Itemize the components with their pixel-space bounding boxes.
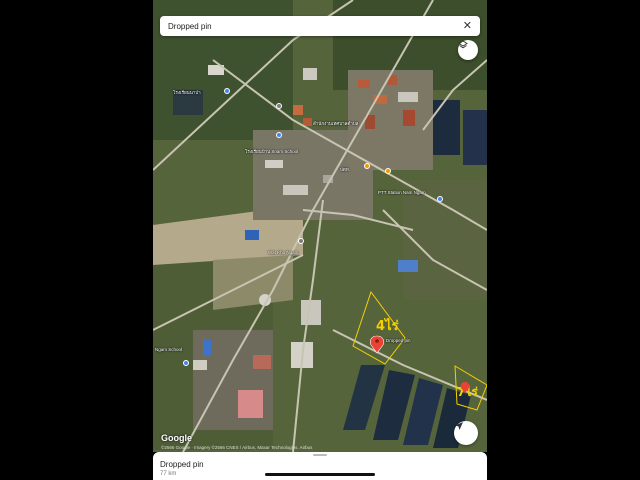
map-label: Wat Kho Ngam — [268, 250, 299, 255]
search-bar[interactable]: Dropped pin ✕ — [160, 16, 480, 36]
phone-screen: 4ไร่ 7ไร่ โรงเรียนนาป่า สำนักงานเทศบาลตำ… — [153, 0, 487, 480]
poi-marker[interactable] — [385, 168, 391, 174]
sheet-drag-handle[interactable] — [313, 454, 327, 456]
layers-button[interactable] — [458, 40, 478, 60]
google-logo: Google — [161, 433, 192, 443]
poi-marker[interactable] — [183, 360, 189, 366]
home-indicator[interactable] — [265, 473, 375, 476]
map-label: Ngam School — [155, 347, 183, 352]
sheet-distance: 77 km — [160, 471, 177, 477]
map-label: สำนักงานเทศบาลตำบล — [313, 121, 359, 126]
svg-text:4ไร่: 4ไร่ — [376, 317, 399, 334]
map-label: โรงเรียนบ้าน Snam School — [245, 149, 299, 154]
map-label: ปตท. — [340, 167, 350, 172]
search-title: Dropped pin — [168, 21, 212, 31]
navigation-arrow-icon — [455, 422, 463, 430]
close-icon[interactable]: ✕ — [463, 20, 472, 32]
map-label: PTT Station Nam Ngam — [378, 190, 426, 195]
poi-marker[interactable] — [437, 196, 443, 202]
poi-marker[interactable] — [276, 132, 282, 138]
my-location-button[interactable] — [454, 421, 478, 445]
map-label: โรงเรียนนาป่า — [173, 90, 201, 95]
poi-marker[interactable] — [298, 238, 304, 244]
poi-marker[interactable] — [224, 88, 230, 94]
poi-marker[interactable] — [276, 103, 282, 109]
satellite-map[interactable]: 4ไร่ 7ไร่ โรงเรียนนาป่า สำนักงานเทศบาลตำ… — [153, 0, 487, 452]
poi-marker[interactable] — [364, 163, 370, 169]
layers-icon — [458, 40, 468, 49]
map-label: Dropped pin — [386, 338, 411, 343]
map-imagery: 4ไร่ 7ไร่ — [153, 0, 487, 452]
map-attribution: ©2566 Google · Imagery ©2566 CNES / Airb… — [161, 445, 313, 450]
sheet-title: Dropped pin — [160, 460, 204, 469]
